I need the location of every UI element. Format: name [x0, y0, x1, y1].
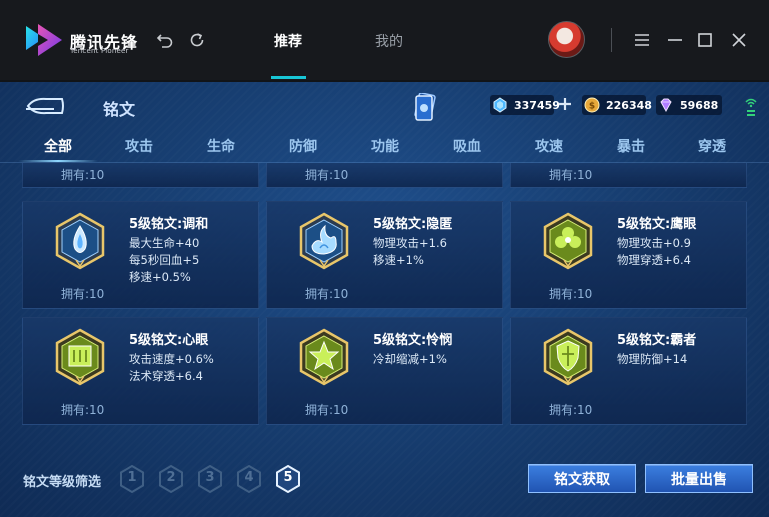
owned-count: 拥有:10: [61, 403, 105, 417]
inscription-card[interactable]: 5级铭文:怜悯 冷却缩减+1% 拥有:10: [266, 317, 503, 425]
inscription-card[interactable]: 5级铭文:调和 最大生命+40 每5秒回血+5 移速+0.5% 拥有:10: [22, 201, 259, 309]
inscription-stat: 最大生命+40: [129, 236, 200, 250]
gold-currency: $ 226348: [582, 95, 652, 115]
tab-penetration[interactable]: 穿透: [698, 136, 726, 156]
undo-icon[interactable]: [155, 30, 175, 50]
blue-drop-inscription-icon: [55, 212, 105, 270]
add-currency-icon[interactable]: [557, 96, 573, 112]
blue-crystal-icon: [493, 97, 507, 113]
tencent-pioneer-logo-icon: [26, 24, 62, 56]
level-number: 2: [166, 470, 176, 485]
green-square-inscription-icon: [55, 328, 105, 386]
inscription-name: 5级铭文:怜悯: [373, 333, 453, 348]
level-filter-label: 铭文等级筛选: [23, 475, 102, 490]
inscription-card[interactable]: 5级铭文:鹰眼 物理攻击+0.9 物理穿透+6.4 拥有:10: [510, 201, 747, 309]
page-title: 铭文: [103, 100, 136, 119]
level-number: 5: [283, 470, 293, 485]
launcher-title-bar: 腾讯先锋 Tencent Pioneer 推荐 我的: [0, 0, 769, 80]
inscription-stat: 移速+1%: [373, 253, 424, 267]
inscription-card-partial[interactable]: 拥有:10: [266, 163, 503, 188]
network-status-icon: [745, 98, 757, 116]
inscription-card-partial[interactable]: 拥有:10: [22, 163, 259, 188]
owned-count: 拥有:10: [549, 168, 593, 182]
level-filter-5[interactable]: 5: [275, 464, 301, 494]
inscription-name: 5级铭文:霸者: [617, 333, 697, 348]
inscription-stat: 物理穿透+6.4: [617, 253, 691, 267]
tab-lifesteal[interactable]: 吸血: [453, 136, 481, 156]
inscription-name: 5级铭文:调和: [129, 217, 209, 232]
inscription-page-icon[interactable]: [414, 93, 436, 121]
tab-health[interactable]: 生命: [207, 136, 235, 156]
inscription-card[interactable]: 5级铭文:隐匿 物理攻击+1.6 移速+1% 拥有:10: [266, 201, 503, 309]
green-flower-inscription-icon: [543, 212, 593, 270]
owned-count: 拥有:10: [549, 403, 593, 417]
obtain-inscription-button[interactable]: 铭文获取: [528, 464, 636, 493]
category-tabs: 全部 攻击 生命 防御 功能 吸血 攻速 暴击 穿透: [0, 132, 769, 162]
game-view: 铭文 337459 $ 226348 59688 全部 攻击 生命 防御 功能 …: [0, 82, 769, 517]
owned-count: 拥有:10: [61, 168, 105, 182]
purple-gem-icon: [660, 98, 672, 113]
diamond-currency: 337459: [490, 95, 560, 115]
gem-amount: 59688: [680, 98, 719, 112]
inscription-stat: 物理防御+14: [617, 352, 688, 366]
inscription-card-partial[interactable]: 拥有:10: [510, 163, 747, 188]
owned-count: 拥有:10: [305, 287, 349, 301]
gold-amount: 226348: [606, 98, 652, 112]
tab-utility[interactable]: 功能: [371, 136, 399, 156]
close-icon[interactable]: [729, 30, 749, 50]
inscription-name: 5级铭文:鹰眼: [617, 217, 697, 232]
inscription-stat: 攻击速度+0.6%: [129, 352, 214, 366]
inscription-name: 5级铭文:心眼: [129, 333, 209, 348]
tab-critical[interactable]: 暴击: [617, 136, 645, 156]
inscription-stat: 物理攻击+0.9: [617, 236, 691, 250]
level-filter-3[interactable]: 3: [197, 464, 223, 494]
minimize-icon[interactable]: [665, 30, 685, 50]
svg-text:$: $: [589, 102, 595, 112]
level-number: 1: [127, 470, 137, 485]
gold-coin-icon: $: [584, 97, 600, 113]
inscription-stat: 每5秒回血+5: [129, 253, 200, 267]
tab-attack-speed[interactable]: 攻速: [535, 136, 563, 156]
owned-count: 拥有:10: [61, 287, 105, 301]
menu-icon[interactable]: [632, 30, 652, 50]
app-window: 腾讯先锋 Tencent Pioneer 推荐 我的 铭文 337459 $ 2…: [0, 0, 769, 517]
tab-mine[interactable]: 我的: [375, 31, 403, 51]
inscription-card[interactable]: 5级铭文:心眼 攻击速度+0.6% 法术穿透+6.4 拥有:10: [22, 317, 259, 425]
owned-count: 拥有:10: [305, 403, 349, 417]
level-filter-4[interactable]: 4: [236, 464, 262, 494]
green-shield-inscription-icon: [543, 328, 593, 386]
batch-sell-button[interactable]: 批量出售: [645, 464, 753, 493]
tab-attack[interactable]: 攻击: [125, 136, 153, 156]
blue-flame-inscription-icon: [299, 212, 349, 270]
active-tab-indicator: [271, 76, 306, 79]
refresh-icon[interactable]: [187, 30, 207, 50]
back-arrow-icon[interactable]: [24, 96, 66, 116]
level-number: 4: [244, 470, 254, 485]
inscription-name: 5级铭文:隐匿: [373, 217, 453, 232]
owned-count: 拥有:10: [549, 287, 593, 301]
level-filter-1[interactable]: 1: [119, 464, 145, 494]
green-star-inscription-icon: [299, 328, 349, 386]
owned-count: 拥有:10: [305, 168, 349, 182]
inscription-stat: 移速+0.5%: [129, 270, 191, 284]
inscription-stat: 物理攻击+1.6: [373, 236, 447, 250]
inscription-stat: 冷却缩减+1%: [373, 352, 447, 366]
tab-recommended[interactable]: 推荐: [274, 31, 302, 51]
gem-currency: 59688: [656, 95, 722, 115]
maximize-icon[interactable]: [695, 30, 715, 50]
inscription-stat: 法术穿透+6.4: [129, 369, 203, 383]
tab-defense[interactable]: 防御: [289, 136, 317, 156]
level-number: 3: [205, 470, 215, 485]
diamond-amount: 337459: [514, 98, 560, 112]
brand-subtitle: Tencent Pioneer: [70, 47, 129, 55]
inscription-card[interactable]: 5级铭文:霸者 物理防御+14 拥有:10: [510, 317, 747, 425]
title-bar-divider: [611, 28, 612, 52]
user-avatar[interactable]: [548, 21, 585, 58]
level-filter-2[interactable]: 2: [158, 464, 184, 494]
tab-all[interactable]: 全部: [44, 136, 72, 156]
